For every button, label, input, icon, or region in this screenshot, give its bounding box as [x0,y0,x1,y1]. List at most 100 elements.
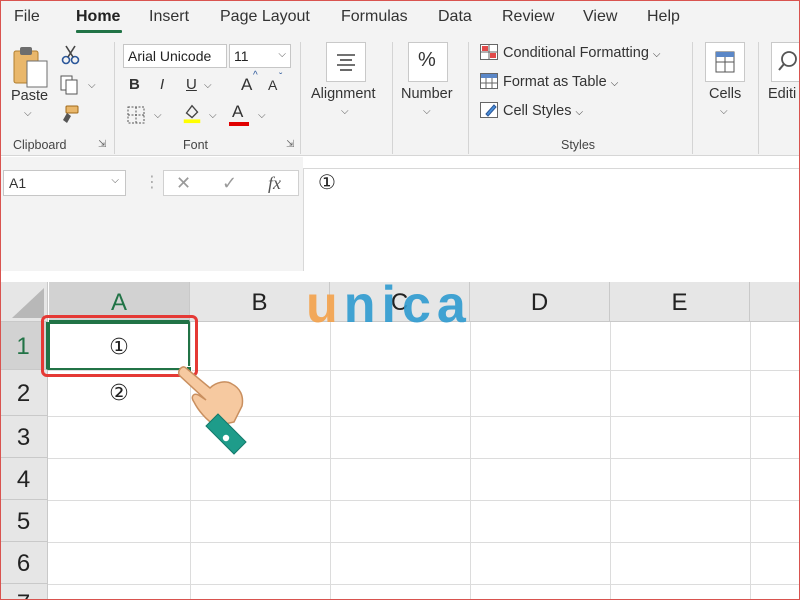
column-header-d[interactable]: D [470,282,610,322]
chevron-down-icon[interactable]: ⌵ [423,106,431,117]
gridline [48,584,800,585]
cells-icon [715,51,735,73]
tab-review[interactable]: Review [502,8,554,26]
clipboard-group-label: Clipboard [13,138,67,152]
row-header-2[interactable]: 2 [0,370,48,416]
cells-button[interactable] [705,42,745,82]
cancel-icon[interactable]: ✕ [176,173,191,194]
column-header-partial[interactable] [750,282,800,322]
number-label[interactable]: Number [401,86,453,102]
formula-buttons: ✕ ✓ fx [163,170,299,196]
conditional-formatting-icon [480,44,498,60]
clipboard-launcher-icon[interactable]: ⇲ [98,139,106,150]
tab-data[interactable]: Data [438,8,472,26]
active-tab-indicator [76,30,122,33]
cell-styles-icon [480,102,498,118]
row-header-6[interactable]: 6 [0,542,48,584]
format-painter-icon[interactable] [58,104,80,126]
font-size-dropdown[interactable]: 11 ⌵ [229,44,291,68]
chevron-down-icon: ⌵ [278,49,286,60]
conditional-formatting-button[interactable]: Conditional Formatting ⌵ [480,44,661,61]
borders-icon[interactable] [125,104,147,126]
font-name-dropdown[interactable]: Arial Unicode [123,44,227,68]
italic-button[interactable]: I [160,76,164,93]
format-table-icon [480,73,498,89]
logo-letter: a [436,276,472,334]
logo-letter: n [343,276,382,334]
copy-dropdown-icon[interactable]: ⌵ [88,80,96,91]
tab-help[interactable]: Help [647,8,680,26]
gridline [48,458,800,459]
ribbon: Paste ⌵ ⌵ Clipboard ⇲ Arial Unicode 11 ⌵… [0,36,800,156]
tab-insert[interactable]: Insert [149,8,189,26]
select-all-triangle-icon [12,288,44,318]
percent-icon: % [418,49,436,71]
chevron-down-icon[interactable]: ⌵ [720,106,728,117]
font-group-label: Font [183,138,209,152]
underline-button[interactable]: U [186,76,197,93]
gridline [48,542,800,543]
alignment-label[interactable]: Alignment [311,86,375,102]
formula-bar-grip-icon[interactable]: ⋮ [144,172,160,192]
font-color-swatch [229,122,249,126]
paste-dropdown-icon[interactable]: ⌵ [24,108,32,119]
group-divider [114,42,115,154]
name-box[interactable]: A1 ⌵ [3,170,126,196]
chevron-down-icon: ⌵ [652,49,661,60]
shrink-font-button[interactable]: A [268,77,277,93]
unica-watermark-logo: unica [306,279,472,331]
chevron-down-icon: ⌵ [111,175,119,186]
number-button[interactable]: % [408,42,448,82]
chevron-down-icon: ⌵ [575,107,584,118]
editing-button[interactable] [771,42,800,82]
logo-letter: c [401,276,437,334]
tab-home[interactable]: Home [76,8,120,26]
cells-label[interactable]: Cells [709,86,741,102]
group-divider [692,42,693,154]
fill-color-dropdown-icon[interactable]: ⌵ [209,110,217,121]
row-header-4[interactable]: 4 [0,458,48,500]
borders-dropdown-icon[interactable]: ⌵ [154,110,162,121]
cut-icon[interactable] [60,44,82,66]
font-name-value: Arial Unicode [128,48,212,64]
row-header-3[interactable]: 3 [0,416,48,458]
select-all-button[interactable] [0,282,48,322]
format-as-table-label: Format as Table [503,74,607,90]
font-color-dropdown-icon[interactable]: ⌵ [258,110,266,121]
gridline [48,416,800,417]
formula-input[interactable] [303,168,800,271]
gridline [48,500,800,501]
chevron-down-icon[interactable]: ⌵ [341,106,349,117]
bold-button[interactable]: B [129,76,140,93]
alignment-button[interactable] [326,42,366,82]
format-as-table-button[interactable]: Format as Table ⌵ [480,73,618,90]
fill-color-icon[interactable] [181,102,203,124]
tab-file[interactable]: File [14,8,40,26]
font-color-button[interactable]: A [232,102,243,122]
enter-icon[interactable]: ✓ [222,173,237,194]
cell-styles-label: Cell Styles [503,103,572,119]
cell-styles-button[interactable]: Cell Styles ⌵ [480,102,583,119]
tab-view[interactable]: View [583,8,617,26]
shrink-arrow-icon: ˇ [279,72,283,83]
row-header-7[interactable]: 7 [0,584,48,600]
grow-font-button[interactable]: A [241,75,252,95]
align-lines-icon [337,54,355,71]
group-divider [758,42,759,154]
conditional-formatting-label: Conditional Formatting [503,45,649,61]
tab-formulas[interactable]: Formulas [341,8,408,26]
insert-function-icon[interactable]: fx [268,173,281,194]
gridline [750,322,751,600]
grow-arrow-icon: ^ [253,70,258,81]
cell-a2[interactable]: ② [48,380,190,406]
underline-dropdown-icon[interactable]: ⌵ [204,80,212,91]
column-header-e[interactable]: E [610,282,750,322]
font-launcher-icon[interactable]: ⇲ [286,139,294,150]
tab-page-layout[interactable]: Page Layout [220,8,310,26]
paste-icon[interactable] [11,45,51,89]
paste-button[interactable]: Paste [11,88,48,104]
copy-icon[interactable] [58,74,80,96]
editing-label[interactable]: Editi [768,86,796,102]
row-header-5[interactable]: 5 [0,500,48,542]
search-icon [778,51,797,71]
